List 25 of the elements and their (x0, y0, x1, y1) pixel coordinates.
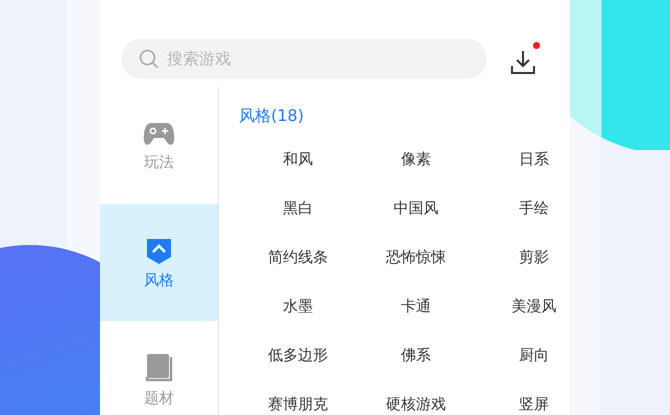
style-tag[interactable]: 中国风 (357, 197, 475, 219)
style-tag[interactable]: 硬核游戏 (357, 393, 475, 415)
style-tag[interactable]: 卡通 (357, 295, 475, 317)
style-tag[interactable]: 剪影 (475, 246, 593, 268)
style-tag[interactable]: 像素 (357, 148, 475, 170)
search-icon (139, 49, 159, 69)
search-input[interactable]: 搜索游戏 (165, 46, 465, 72)
style-tag[interactable]: 手绘 (475, 197, 593, 219)
style-tag[interactable]: 赛博朋克 (239, 393, 357, 415)
style-tag[interactable]: 水墨 (239, 295, 357, 317)
style-tag[interactable]: 厨向 (475, 344, 593, 366)
search-field[interactable]: 搜索游戏 (121, 39, 487, 79)
style-tag[interactable]: 竖屏 (475, 393, 593, 415)
style-tag[interactable]: 和风 (239, 148, 357, 170)
gamepad-icon (143, 120, 175, 146)
chevron-badge-icon (145, 236, 173, 264)
style-tag[interactable]: 日系 (475, 148, 593, 170)
style-tag[interactable]: 恐怖惊悚 (357, 246, 475, 268)
style-tag[interactable]: 美漫风 (475, 295, 593, 317)
section-title: 风格(18) (239, 105, 304, 127)
style-tag[interactable]: 佛系 (357, 344, 475, 366)
style-tag[interactable]: 简约线条 (239, 246, 357, 268)
style-tag[interactable]: 黑白 (239, 197, 357, 219)
book-icon (145, 352, 173, 382)
style-tag[interactable]: 低多边形 (239, 344, 357, 366)
